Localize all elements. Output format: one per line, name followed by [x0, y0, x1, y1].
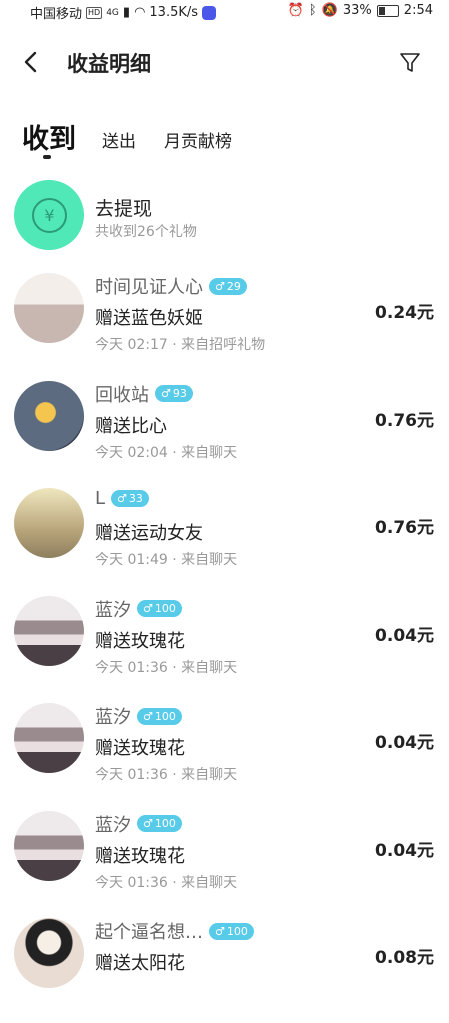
tab-bar: 收到 送出 月贡献榜	[22, 112, 260, 159]
sender-name: 回收站	[95, 384, 149, 406]
avatar[interactable]	[14, 595, 84, 666]
list-item[interactable]: 蓝汐 ♂ 100 赠送玫瑰花 今天 01:36 · 来自聊天 0.04元	[14, 808, 438, 916]
avatar[interactable]	[14, 273, 84, 343]
avatar[interactable]	[14, 810, 84, 881]
level-value: 100	[154, 602, 176, 615]
list-item[interactable]: L ♂ 33 赠送运动女友 今天 01:49 · 来自聊天 0.76元	[14, 485, 438, 593]
gift-description: 赠送比心	[95, 415, 167, 437]
level-badge: ♂ 100	[137, 707, 182, 725]
income-amount: 0.76元	[375, 518, 434, 538]
gift-description: 赠送玫瑰花	[95, 845, 185, 867]
withdraw-entry[interactable]: ¥ 去提现 共收到26个礼物	[14, 180, 434, 252]
tab-received-label: 收到	[22, 124, 76, 155]
level-badge: ♂ 100	[137, 600, 182, 617]
network-speed: 13.5K/s	[149, 5, 199, 20]
avatar[interactable]	[14, 703, 84, 773]
withdraw-icon-circle: ¥	[14, 180, 84, 250]
list-item[interactable]: 时间见证人心 ♂ 29 赠送蓝色妖姬 今天 02:17 · 来自招呼礼物 0.24元	[14, 270, 438, 378]
alarm-icon: ⏰	[287, 3, 304, 18]
record-meta: 今天 02:04 · 来自聊天	[95, 444, 238, 461]
gift-description: 赠送蓝色妖姬	[95, 308, 203, 329]
header: 收益明细	[0, 40, 449, 84]
tab-sent[interactable]: 送出	[102, 127, 136, 156]
income-amount: 0.04元	[375, 840, 434, 861]
avatar[interactable]	[14, 488, 84, 558]
record-meta: 今天 01:36 · 来自聊天	[95, 874, 238, 891]
list-item[interactable]: 蓝汐 ♂ 100 赠送玫瑰花 今天 01:36 · 来自聊天 0.04元	[14, 700, 438, 808]
level-value: 29	[226, 279, 241, 293]
tab-received[interactable]: 收到	[22, 117, 76, 159]
signal-icon: ▮	[122, 5, 131, 20]
gift-description: 赠送玫瑰花	[95, 738, 185, 759]
record-meta: 今天 01:49 · 来自聊天	[95, 552, 238, 568]
active-tab-indicator	[43, 155, 51, 159]
battery-icon	[376, 4, 399, 17]
level-value: 100	[154, 709, 176, 723]
male-icon: ♂	[215, 279, 225, 293]
record-meta: 今天 01:36 · 来自聊天	[95, 659, 238, 676]
avatar[interactable]	[14, 918, 84, 988]
list-item[interactable]: 蓝汐 ♂ 100 赠送玫瑰花 今天 01:36 · 来自聊天 0.04元	[14, 593, 438, 701]
list-item[interactable]: 起个逼名想… ♂ 100 赠送太阳花 0.08元	[14, 915, 438, 1023]
male-icon: ♂	[117, 492, 127, 505]
income-amount: 0.24元	[375, 303, 434, 323]
record-meta: 今天 01:36 · 来自聊天	[95, 767, 238, 783]
page-title: 收益明细	[67, 52, 151, 76]
level-badge: ♂ 33	[111, 490, 149, 507]
tab-monthly-ranking[interactable]: 月贡献榜	[164, 127, 232, 156]
mute-icon: 🔕	[321, 3, 338, 18]
bluetooth-icon: ᛒ	[308, 3, 317, 18]
level-badge: ♂ 29	[209, 277, 247, 295]
income-amount: 0.04元	[375, 625, 434, 646]
withdraw-subtitle: 共收到26个礼物	[95, 224, 197, 240]
level-value: 100	[154, 817, 176, 830]
gift-description: 赠送运动女友	[95, 523, 203, 544]
income-amount: 0.04元	[375, 733, 434, 753]
income-amount: 0.08元	[375, 948, 434, 968]
hd-indicator: HD	[86, 6, 103, 19]
wifi-icon: ◠	[134, 5, 146, 20]
clock: 2:54	[403, 3, 433, 18]
record-meta: 今天 02:17 · 来自招呼礼物	[95, 337, 266, 353]
sender-name: 蓝汐	[95, 814, 131, 836]
male-icon: ♂	[161, 387, 171, 400]
male-icon: ♂	[143, 602, 153, 615]
yen-icon: ¥	[32, 198, 67, 233]
gift-record-list: 时间见证人心 ♂ 29 赠送蓝色妖姬 今天 02:17 · 来自招呼礼物 0.24元…	[14, 270, 438, 1023]
sender-name: L	[95, 488, 106, 509]
level-badge: ♂ 100	[137, 815, 182, 832]
male-icon: ♂	[143, 709, 153, 723]
battery-percent: 33%	[342, 3, 372, 18]
level-value: 100	[226, 924, 248, 938]
carrier-label: 中国移动	[30, 7, 83, 22]
status-bar: 中国移动 HD 4G ▮ ◠ 13.5K/s ⏰ ᛒ 🔕 33% 2:54	[0, 0, 449, 24]
app-notification-icon	[202, 5, 217, 20]
avatar[interactable]	[14, 380, 84, 451]
list-item[interactable]: 回收站 ♂ 93 赠送比心 今天 02:04 · 来自聊天 0.76元	[14, 378, 438, 486]
filter-icon[interactable]	[399, 50, 421, 74]
income-amount: 0.76元	[375, 410, 434, 431]
gift-description: 赠送玫瑰花	[95, 630, 185, 652]
gift-description: 赠送太阳花	[95, 953, 185, 974]
sender-name: 时间见证人心	[95, 277, 203, 298]
sender-name: 蓝汐	[95, 599, 131, 621]
male-icon: ♂	[215, 924, 225, 938]
back-arrow-icon[interactable]	[20, 50, 44, 74]
level-value: 33	[128, 492, 143, 505]
sender-name: 起个逼名想…	[95, 922, 203, 943]
level-badge: ♂ 93	[155, 385, 193, 402]
sender-name: 蓝汐	[95, 707, 131, 728]
level-badge: ♂ 100	[209, 922, 254, 940]
withdraw-title: 去提现	[95, 198, 153, 220]
level-value: 93	[172, 387, 187, 400]
network-type: 4G	[106, 7, 119, 18]
male-icon: ♂	[143, 817, 153, 830]
